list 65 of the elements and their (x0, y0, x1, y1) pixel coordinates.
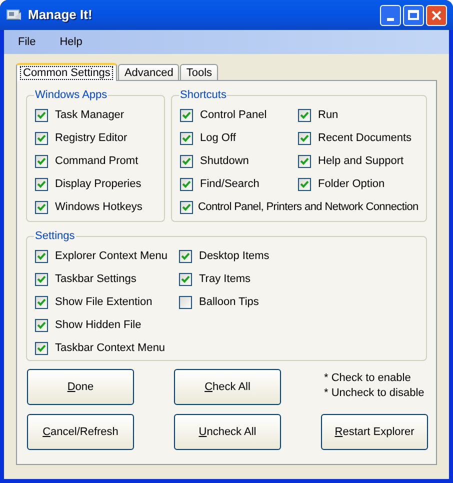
checkbox[interactable] (180, 154, 193, 168)
checkbox[interactable] (35, 108, 48, 122)
checkbox-label: Help and Support (318, 154, 404, 169)
checkbox[interactable] (179, 272, 192, 286)
menu-item[interactable]: Help (48, 34, 94, 50)
checkbox[interactable] (180, 108, 193, 122)
menu-item[interactable]: File (6, 34, 48, 50)
push-button[interactable]: Restart Explorer (321, 414, 428, 450)
group-title: Windows Apps (34, 88, 108, 103)
checkbox-label: Registry Editor (55, 130, 128, 146)
checkbox[interactable] (180, 132, 193, 144)
tab[interactable]: Advanced (118, 64, 180, 80)
minimize-button[interactable] (380, 4, 401, 26)
hint-text: * Check to enable (324, 371, 412, 386)
group-title: Shortcuts (179, 88, 228, 103)
checkbox-label: Tray Items (199, 272, 251, 287)
checkbox[interactable] (35, 342, 48, 354)
checkbox-label: Display Properies (55, 176, 142, 192)
checkbox[interactable] (298, 178, 311, 190)
push-button[interactable]: Cancel/Refresh (27, 414, 134, 450)
checkbox-label: Taskbar Context Menu (55, 340, 166, 356)
push-button[interactable]: Uncheck All (174, 414, 281, 450)
close-button[interactable] (426, 4, 447, 26)
checkbox-label: Show File Extention (55, 294, 152, 310)
checkbox[interactable] (298, 132, 311, 144)
hint-text: * Uncheck to disable (324, 386, 426, 401)
tab[interactable]: Common Settings (16, 63, 118, 81)
checkbox-label: Shutdown (200, 154, 249, 169)
checkbox[interactable] (35, 132, 48, 144)
checkbox-label: Control Panel (200, 108, 267, 123)
group-title: Settings (34, 229, 76, 244)
checkbox-label: Task Manager (55, 108, 124, 123)
app-icon (6, 8, 22, 22)
checkbox[interactable] (180, 178, 193, 190)
checkbox-label: Find/Search (200, 176, 260, 192)
checkbox-label: Log Off (200, 130, 236, 146)
checkbox-label: Taskbar Settings (55, 272, 136, 287)
tab[interactable]: Tools (180, 64, 218, 80)
checkbox-label: Balloon Tips (199, 294, 259, 310)
checkbox-label: Control Panel, Printers and Network Connection (198, 200, 418, 215)
checkbox-label: Command Promt (55, 154, 138, 169)
checkbox-label: Folder Option (318, 176, 385, 192)
checkbox[interactable] (35, 296, 48, 308)
checkbox[interactable] (298, 154, 311, 168)
checkbox-label: Show Hidden File (55, 318, 142, 333)
checkbox-label: Desktop Items (199, 248, 270, 264)
checkbox-label: Explorer Context Menu (55, 248, 168, 264)
checkbox[interactable] (35, 250, 48, 262)
checkbox-label: Run (318, 108, 338, 123)
checkbox[interactable] (35, 178, 48, 190)
checkbox[interactable] (35, 154, 48, 168)
checkbox[interactable] (180, 200, 193, 214)
close-icon (431, 10, 442, 20)
checkbox-label: Windows Hotkeys (55, 200, 142, 215)
maximize-button[interactable] (403, 4, 424, 26)
checkbox[interactable] (35, 272, 48, 286)
push-button[interactable]: Check All (174, 369, 281, 405)
checkbox[interactable] (35, 200, 48, 214)
checkbox-label: Recent Documents (318, 130, 412, 146)
checkbox[interactable] (298, 108, 311, 122)
checkbox[interactable] (35, 318, 48, 332)
checkbox[interactable] (179, 250, 192, 262)
checkbox[interactable] (179, 296, 192, 308)
window-title: Manage It! (28, 6, 92, 24)
push-button[interactable]: Done (27, 369, 134, 405)
